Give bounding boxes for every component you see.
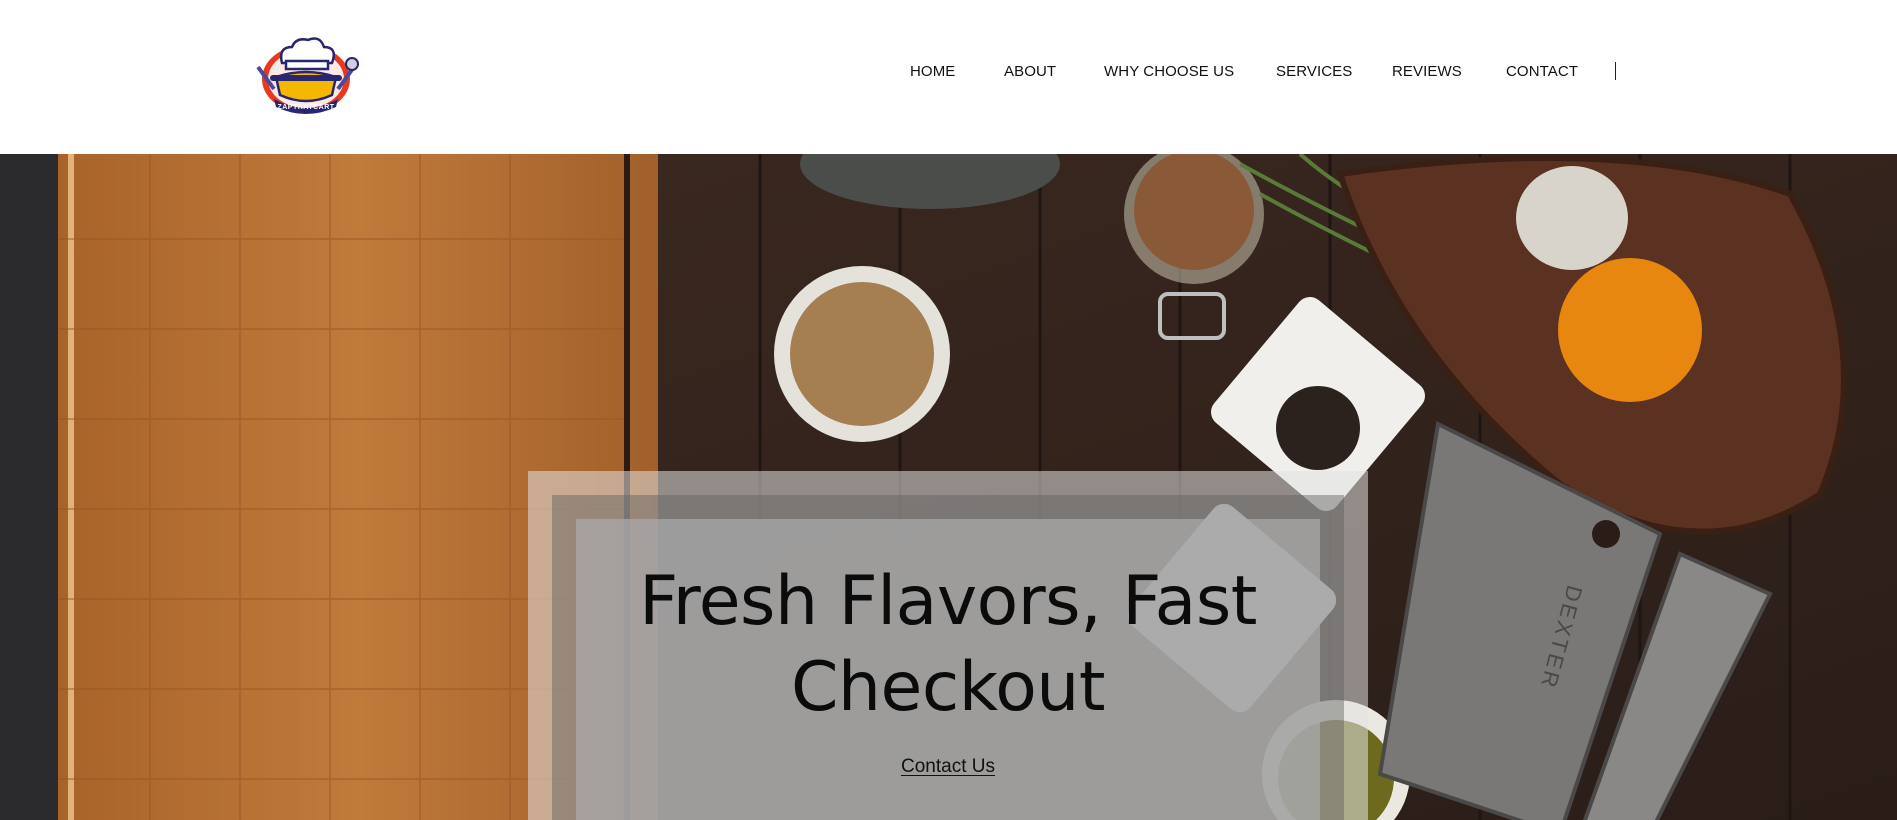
logo-text: ZAPTHATCART: [277, 104, 334, 111]
nav-divider: [1615, 62, 1616, 80]
nav-about[interactable]: ABOUT: [1004, 63, 1056, 80]
nav-home[interactable]: HOME: [910, 63, 955, 80]
hero-section: DEXTER Fresh Flavors, Fast Checkout Cont…: [0, 154, 1897, 820]
nav-why-choose-us[interactable]: WHY CHOOSE US: [1104, 63, 1234, 80]
contact-us-link[interactable]: Contact Us: [901, 756, 995, 777]
hero-title: Fresh Flavors, Fast Checkout: [639, 562, 1257, 727]
contact-us-link-wrapper: Contact Us: [576, 756, 1320, 778]
chef-hat-pot-logo-icon: ZAPTHATCART: [256, 37, 359, 114]
brand-logo[interactable]: ZAPTHATCART: [252, 33, 360, 117]
nav-reviews[interactable]: REVIEWS: [1392, 63, 1462, 80]
nav-contact[interactable]: CONTACT: [1506, 63, 1578, 80]
site-header: ZAPTHATCART HOME ABOUT WHY CHOOSE US SER…: [0, 0, 1897, 154]
nav-services[interactable]: SERVICES: [1276, 63, 1352, 80]
